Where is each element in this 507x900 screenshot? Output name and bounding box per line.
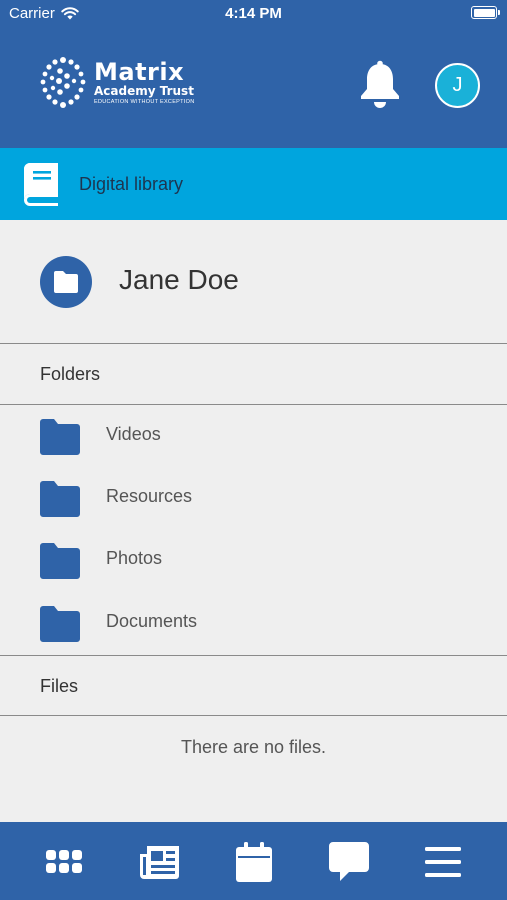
status-time: 4:14 PM — [225, 5, 282, 22]
folders-section-header: Folders — [0, 344, 507, 405]
files-heading: Files — [40, 676, 79, 696]
status-bar: Carrier 4:14 PM — [0, 0, 507, 28]
logo: Matrix Academy Trust EDUCATION WITHOUT E… — [38, 54, 194, 112]
files-empty-state: There are no files. — [0, 716, 507, 822]
folder-icon — [40, 606, 80, 642]
menu-icon — [425, 847, 461, 877]
library-owner: Jane Doe — [0, 220, 507, 344]
calendar-icon — [236, 842, 272, 882]
folder-icon — [54, 271, 78, 293]
logo-title: Matrix — [94, 58, 185, 87]
messages-icon — [329, 842, 369, 881]
dashboard-grid-icon — [46, 850, 82, 873]
logo-tagline: EDUCATION WITHOUT EXCEPTION — [94, 99, 195, 106]
folder-icon — [40, 543, 80, 579]
bottom-tab-bar — [0, 822, 507, 900]
folder-item-documents[interactable]: Documents — [0, 592, 507, 654]
app-header: Matrix Academy Trust EDUCATION WITHOUT E… — [0, 28, 507, 148]
book-icon — [24, 163, 58, 206]
owner-name: Jane Doe — [119, 264, 239, 295]
folder-icon — [40, 419, 80, 455]
folder-icon — [40, 481, 80, 517]
logo-mark-icon — [40, 57, 86, 108]
bell-icon[interactable] — [358, 60, 402, 110]
folder-item-videos[interactable]: Videos — [0, 405, 507, 467]
tab-menu[interactable] — [421, 840, 465, 884]
tab-calendar[interactable] — [232, 840, 276, 884]
news-icon — [140, 846, 179, 879]
files-section-header: Files — [0, 655, 507, 716]
folder-label: Resources — [106, 486, 193, 506]
section-title: Digital library — [79, 174, 184, 194]
tab-messages[interactable] — [327, 840, 371, 884]
folder-label: Photos — [106, 548, 163, 568]
battery-icon — [471, 6, 500, 19]
folder-item-photos[interactable]: Photos — [0, 529, 507, 591]
section-title-bar: Digital library — [0, 148, 507, 220]
logo-subtitle: Academy Trust — [94, 84, 194, 99]
empty-message: There are no files. — [180, 737, 327, 757]
folder-item-resources[interactable]: Resources — [0, 467, 507, 529]
folder-label: Videos — [106, 424, 161, 444]
tab-dashboard[interactable] — [42, 840, 86, 884]
user-avatar[interactable]: J — [435, 63, 480, 108]
tab-news[interactable] — [138, 840, 182, 884]
folder-label: Documents — [106, 611, 198, 631]
owner-folder-badge — [40, 256, 92, 308]
folders-heading: Folders — [40, 364, 101, 384]
